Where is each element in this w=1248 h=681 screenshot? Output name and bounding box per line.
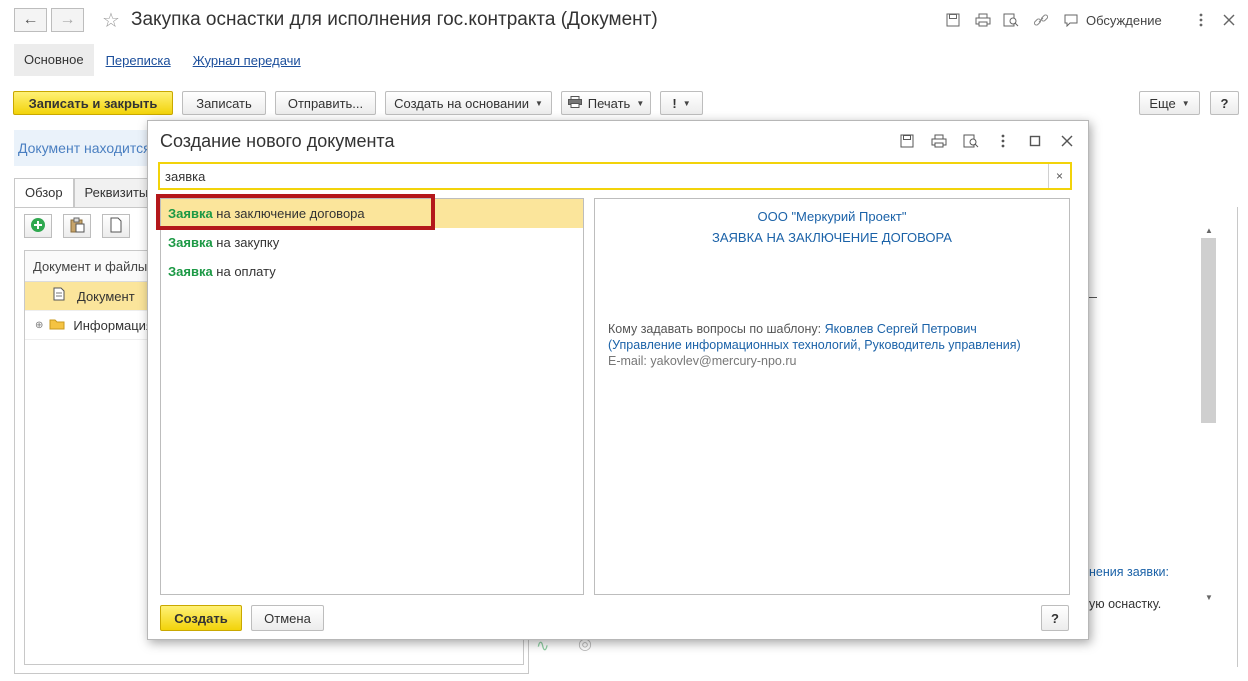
tab-transfer-log[interactable]: Журнал передачи xyxy=(191,53,303,68)
dialog-help-button[interactable]: ? xyxy=(1041,605,1069,631)
forward-button[interactable]: → xyxy=(51,8,84,32)
more-button[interactable]: Еще ▼ xyxy=(1139,91,1200,115)
list-item-label: на оплату xyxy=(212,264,276,279)
link-icon[interactable] xyxy=(1032,12,1050,28)
background-link-text: нения заявки: xyxy=(1089,565,1169,579)
chevron-down-icon: ▼ xyxy=(682,98,691,108)
preview-email-value: yakovlev@mercury-npo.ru xyxy=(650,354,797,368)
chevron-down-icon: ▼ xyxy=(1181,98,1190,108)
preview-email: E-mail: yakovlev@mercury-npo.ru xyxy=(608,354,796,368)
importance-button[interactable]: ! ▼ xyxy=(660,91,703,115)
create-based-on-label: Создать на основании xyxy=(394,95,529,111)
expand-icon[interactable]: ⊕ xyxy=(35,311,43,340)
template-preview: ООО "Меркурий Проект" ЗАЯВКА НА ЗАКЛЮЧЕН… xyxy=(594,198,1070,595)
preview-contact-name: Яковлев Сергей Петрович xyxy=(824,322,977,336)
vertical-scrollbar[interactable] xyxy=(1201,238,1216,423)
add-icon xyxy=(30,217,46,236)
create-document-dialog: Создание нового документа × Заявка на за… xyxy=(147,120,1089,640)
tab-basic[interactable]: Основное xyxy=(14,44,94,76)
arrow-left-icon: ← xyxy=(22,11,39,28)
list-item[interactable]: Заявка на заключение договора xyxy=(161,199,583,228)
background-body-text: ую оснастку. xyxy=(1089,597,1162,611)
search-field: × xyxy=(158,162,1072,190)
help-button[interactable]: ? xyxy=(1210,91,1239,115)
list-item[interactable]: Заявка на оплату xyxy=(161,257,583,286)
list-item-label: на заключение договора xyxy=(212,206,365,221)
create-based-on-button[interactable]: Создать на основании ▼ xyxy=(385,91,552,115)
chevron-down-icon: ▼ xyxy=(636,98,645,108)
print-button[interactable]: Печать ▼ xyxy=(561,91,651,115)
print-icon[interactable] xyxy=(930,133,948,149)
scroll-down-icon[interactable]: ▼ xyxy=(1205,593,1213,602)
cancel-button[interactable]: Отмена xyxy=(251,605,324,631)
main-tabs: Основное Переписка Журнал передачи xyxy=(14,44,303,76)
save-and-close-button[interactable]: Записать и закрыть xyxy=(13,91,173,115)
save-icon[interactable] xyxy=(898,133,916,149)
window-menu-icon[interactable] xyxy=(1192,12,1210,28)
list-item-highlight: Заявка xyxy=(168,235,213,250)
close-icon[interactable] xyxy=(1220,12,1238,28)
document-status-text: Документ находится xyxy=(14,130,154,166)
dialog-menu-icon[interactable] xyxy=(994,133,1012,149)
preview-contact: Кому задавать вопросы по шаблону: Яковле… xyxy=(608,322,977,336)
search-input[interactable] xyxy=(160,164,1040,188)
arrow-right-icon: → xyxy=(59,11,76,28)
preview-doc-title: ЗАЯВКА НА ЗАКЛЮЧЕНИЕ ДОГОВОРА xyxy=(712,230,952,245)
maximize-icon[interactable] xyxy=(1026,133,1044,149)
template-list: Заявка на заключение договора Заявка на … xyxy=(160,198,584,595)
list-item[interactable]: Заявка на закупку xyxy=(161,228,583,257)
exclamation-icon: ! xyxy=(672,95,677,111)
print-icon[interactable] xyxy=(974,12,992,28)
list-item-highlight: Заявка xyxy=(168,264,213,279)
preview-contact-dept: (Управление информационных технологий, Р… xyxy=(608,338,1021,352)
clear-search-icon[interactable]: × xyxy=(1048,164,1070,188)
dialog-toolbar xyxy=(884,133,1076,149)
favorite-star-icon[interactable]: ☆ xyxy=(102,8,120,33)
back-button[interactable]: ← xyxy=(14,8,47,32)
chevron-down-icon: ▼ xyxy=(534,98,543,108)
close-icon[interactable] xyxy=(1058,133,1076,149)
tab-correspondence[interactable]: Переписка xyxy=(104,53,173,68)
list-item-label: на закупку xyxy=(212,235,280,250)
preview-icon[interactable] xyxy=(962,133,980,149)
create-button[interactable]: Создать xyxy=(160,605,242,631)
preview-icon[interactable] xyxy=(1002,12,1020,28)
more-label: Еще xyxy=(1149,95,1176,111)
scroll-up-icon[interactable]: ▲ xyxy=(1205,226,1213,235)
preview-email-label: E-mail: xyxy=(608,354,651,368)
document-subtabs: Обзор Реквизиты xyxy=(14,178,160,208)
add-button[interactable] xyxy=(24,214,52,238)
print-label: Печать xyxy=(587,95,631,111)
dialog-title: Создание нового документа xyxy=(160,131,395,151)
save-button[interactable]: Записать xyxy=(182,91,266,115)
tab-overview[interactable]: Обзор xyxy=(14,178,74,208)
tree-row-label: Информация xyxy=(73,317,153,333)
discussion-icon[interactable] xyxy=(1062,12,1080,28)
divider-line xyxy=(1089,297,1097,298)
window-toolbar: Обсуждение xyxy=(944,12,1238,28)
window-title: Закупка оснастки для исполнения гос.конт… xyxy=(131,9,658,30)
preview-company: ООО "Меркурий Проект" xyxy=(757,209,907,224)
document-icon xyxy=(53,282,65,311)
save-icon[interactable] xyxy=(944,12,962,28)
discussion-label[interactable]: Обсуждение xyxy=(1086,13,1162,28)
tree-row-label: Документ xyxy=(77,288,135,304)
folder-icon xyxy=(49,311,65,340)
send-button[interactable]: Отправить... xyxy=(275,91,376,115)
new-file-button[interactable] xyxy=(102,214,130,238)
clipboard-icon xyxy=(69,217,85,236)
list-item-highlight: Заявка xyxy=(168,206,213,221)
printer-icon xyxy=(567,95,582,111)
paste-button[interactable] xyxy=(63,214,91,238)
preview-contact-label: Кому задавать вопросы по шаблону: xyxy=(608,322,825,336)
file-icon xyxy=(110,217,122,236)
